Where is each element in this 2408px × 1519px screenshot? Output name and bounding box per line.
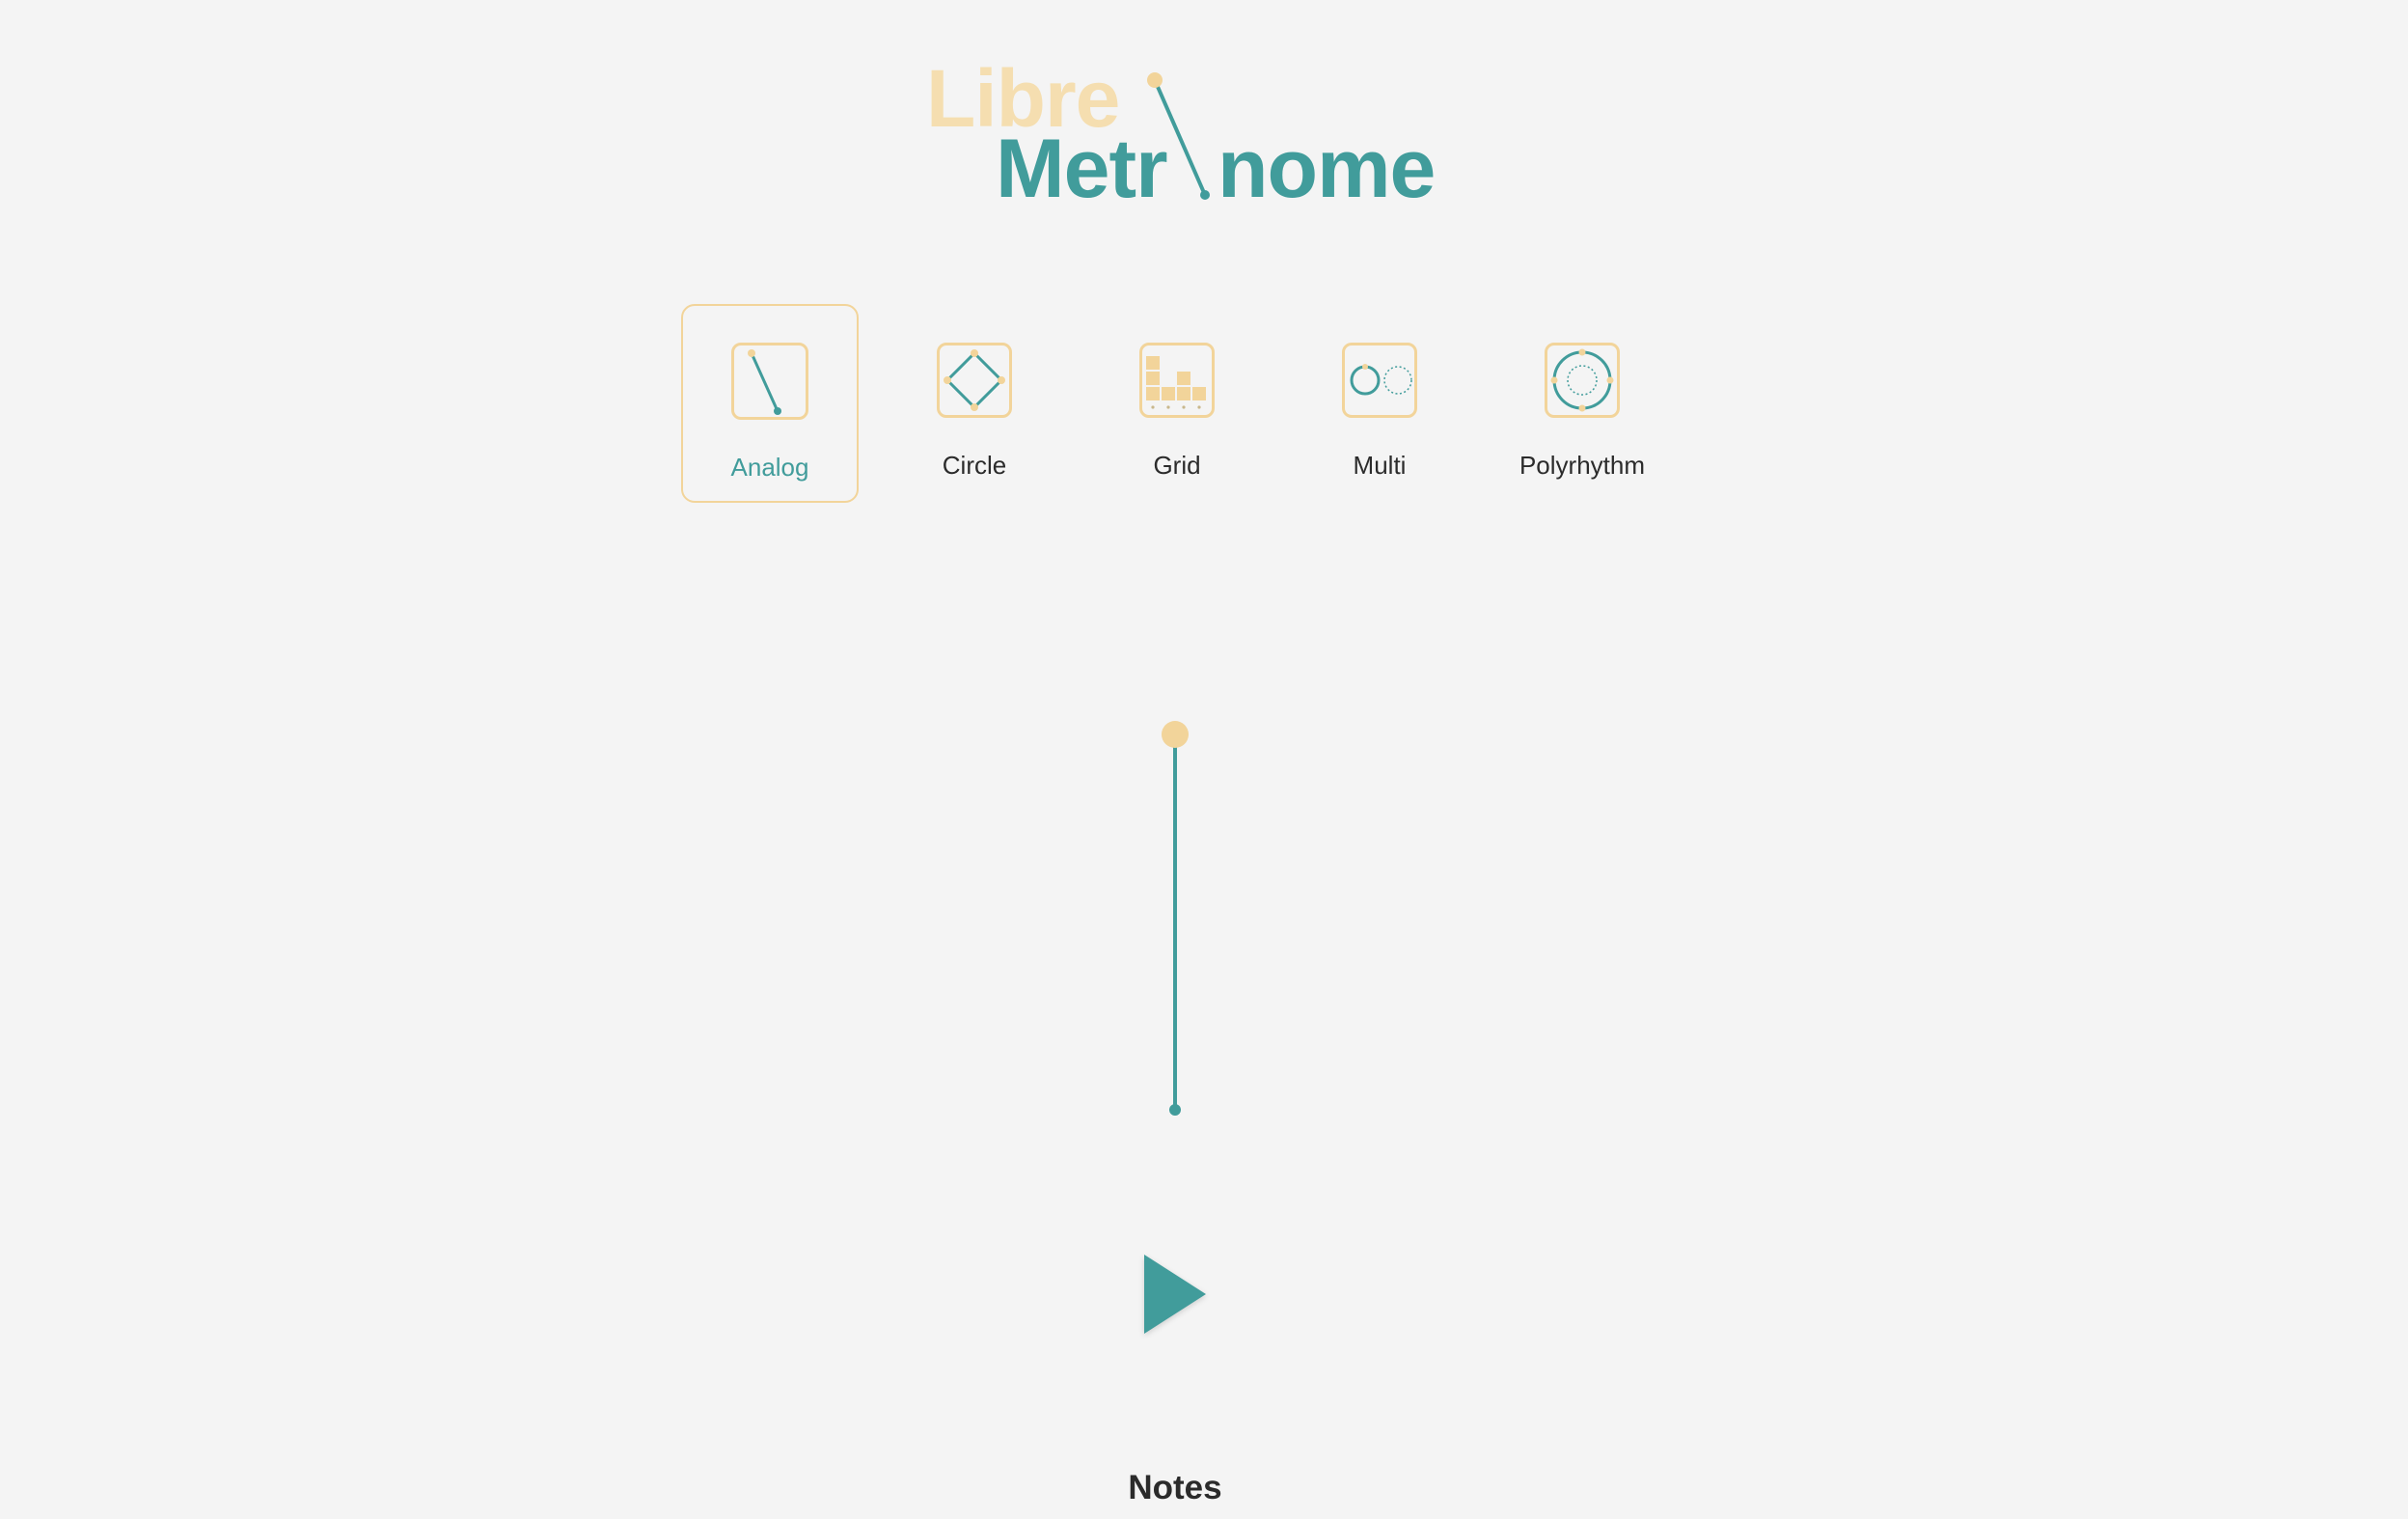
mode-label-polyrhythm: Polyrhythm: [1519, 451, 1646, 480]
multi-circles-icon: [1342, 343, 1417, 418]
mode-multi[interactable]: Multi: [1291, 304, 1468, 503]
mode-analog[interactable]: Analog: [681, 304, 859, 503]
mode-polyrhythm[interactable]: Polyrhythm: [1493, 304, 1671, 503]
pendulum-pivot: [1169, 1104, 1181, 1116]
mode-label-analog: Analog: [730, 453, 809, 482]
app-logo: Libre Metr nome: [926, 58, 1436, 222]
mode-selector: Analog Circle Grid Multi Polyrhythm: [681, 304, 1704, 503]
mode-label-grid: Grid: [1153, 451, 1201, 480]
pendulum-weight: [1162, 721, 1189, 748]
mode-grid[interactable]: Grid: [1088, 304, 1266, 503]
circle-diamond-icon: [937, 343, 1012, 418]
mode-label-circle: Circle: [942, 451, 1007, 480]
analog-pendulum-icon: [731, 343, 808, 420]
play-button[interactable]: [1136, 1251, 1214, 1338]
play-icon: [1144, 1255, 1206, 1334]
mode-circle[interactable]: Circle: [886, 304, 1063, 503]
mode-label-multi: Multi: [1353, 451, 1407, 480]
metronome-pendulum: [1162, 721, 1189, 1116]
notes-heading: Notes: [1128, 1469, 1222, 1506]
logo-text-nome: nome: [1218, 123, 1436, 215]
grid-bars-icon: [1139, 343, 1215, 418]
polyrhythm-rings-icon: [1545, 343, 1620, 418]
